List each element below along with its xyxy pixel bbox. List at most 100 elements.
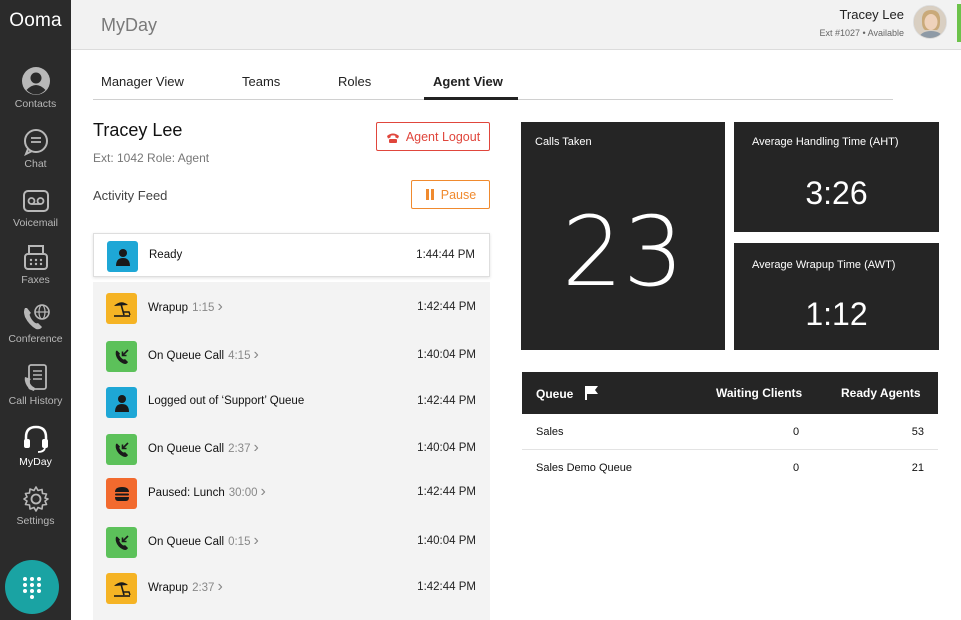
table-row[interactable]: Sales 0 53	[522, 414, 938, 450]
list-item[interactable]: Paused: Lunch 30:00 › 1:42:44 PM	[93, 471, 490, 515]
voicemail-icon	[22, 190, 49, 212]
sidebar-item-label: Conference	[8, 333, 63, 345]
tab-roles[interactable]: Roles	[338, 74, 371, 89]
chevron-right-icon[interactable]: ›	[217, 298, 222, 315]
activity-name: Ready	[149, 249, 183, 261]
activity-duration: 2:37	[192, 582, 215, 594]
fax-icon	[23, 245, 48, 270]
activity-time: 1:42:44 PM	[417, 581, 476, 593]
tab-agent-view[interactable]: Agent View	[433, 74, 503, 89]
sidebar-item-voicemail[interactable]: Voicemail	[0, 187, 71, 229]
aht-tile: Average Handling Time (AHT) 3:26	[734, 122, 939, 232]
activity-time: 1:42:44 PM	[417, 395, 476, 407]
activity-time: 1:42:44 PM	[417, 301, 476, 313]
chevron-right-icon[interactable]: ›	[261, 483, 266, 500]
headset-icon	[23, 425, 48, 453]
activity-name: Paused: Lunch	[148, 487, 225, 499]
ready-agents-header: Ready Agents	[841, 386, 921, 400]
calls-taken-value: 23	[561, 196, 685, 308]
activity-time: 1:40:04 PM	[417, 442, 476, 454]
dialpad-button[interactable]	[5, 560, 59, 614]
chevron-right-icon[interactable]: ›	[253, 532, 258, 549]
activity-label: Wrapup 2:37 ›	[148, 578, 223, 595]
phone-incoming-icon	[106, 341, 137, 372]
sidebar-item-label: Settings	[16, 515, 55, 527]
user-name[interactable]: Tracey Lee	[839, 7, 904, 22]
pause-icon	[425, 189, 434, 200]
activity-label: Paused: Lunch 30:00 ›	[148, 483, 266, 500]
gear-icon	[22, 486, 49, 512]
list-item[interactable]: On Queue Call 2:37 › 1:40:04 PM	[93, 427, 490, 471]
dialpad-icon	[23, 577, 41, 599]
flag-icon	[584, 386, 598, 400]
chevron-right-icon[interactable]: ›	[253, 439, 258, 456]
activity-name: On Queue Call	[148, 443, 225, 455]
user-extension-status: Ext #1027 • Available	[819, 28, 904, 38]
status-indicator	[957, 4, 961, 42]
activity-name: Wrapup	[148, 582, 189, 594]
sidebar-item-faxes[interactable]: Faxes	[0, 244, 71, 286]
awt-label: Average Wrapup Time (AWT)	[752, 259, 896, 271]
sidebar-item-label: MyDay	[19, 456, 52, 468]
queue-name: Sales Demo Queue	[536, 462, 632, 474]
chat-icon	[23, 129, 48, 156]
queue-table-header: Queue Waiting Clients Ready Agents	[522, 372, 938, 414]
ready-agents-value: 21	[911, 462, 924, 474]
queue-name: Sales	[536, 426, 564, 438]
activity-duration: 30:00	[228, 487, 258, 499]
chevron-right-icon[interactable]: ›	[253, 346, 258, 363]
activity-name: Logged out of ‘Support’ Queue	[148, 395, 305, 407]
chevron-right-icon[interactable]: ›	[217, 578, 222, 595]
activity-label: On Queue Call 4:15 ›	[148, 346, 259, 363]
agent-logout-label: Agent Logout	[405, 129, 481, 144]
sidebar-item-label: Call History	[8, 395, 63, 407]
sidebar-item-settings[interactable]: Settings	[0, 485, 71, 527]
sidebar-item-call-history[interactable]: Call History	[0, 363, 71, 407]
beach-icon	[106, 573, 137, 604]
call-history-icon	[24, 364, 47, 391]
activity-name: On Queue Call	[148, 536, 225, 548]
sidebar-item-chat[interactable]: Chat	[0, 128, 71, 170]
list-item[interactable]: Wrapup 2:37 › 1:42:44 PM	[93, 566, 490, 610]
sidebar-item-myday[interactable]: MyDay	[0, 424, 71, 468]
list-item[interactable]: Wrapup 1:15 › 1:42:44 PM	[93, 286, 490, 330]
activity-duration: 1:15	[192, 302, 215, 314]
list-item[interactable]: On Queue Call 0:15 › 1:40:04 PM	[93, 520, 490, 564]
agent-logout-button[interactable]: Agent Logout	[376, 122, 490, 151]
activity-name: Wrapup	[148, 302, 189, 314]
pause-button[interactable]: Pause	[411, 180, 490, 209]
list-item[interactable]: Logged out of ‘Support’ Queue 1:42:44 PM	[93, 380, 490, 424]
waiting-clients-value: 0	[793, 462, 800, 474]
sidebar-item-label: Voicemail	[13, 217, 58, 229]
conference-icon	[23, 304, 50, 330]
sidebar-item-label: Contacts	[14, 98, 57, 110]
activity-feed-title: Activity Feed	[93, 188, 168, 203]
activity-time: 1:42:44 PM	[417, 486, 476, 498]
burger-icon	[106, 478, 137, 509]
activity-duration: 2:37	[228, 443, 251, 455]
activity-label: Logged out of ‘Support’ Queue	[148, 395, 304, 407]
calls-taken-label: Calls Taken	[535, 136, 592, 148]
list-item[interactable]: Ready 1:44:44 PM	[93, 233, 490, 277]
queue-column-header: Queue	[536, 386, 598, 401]
tab-manager-view[interactable]: Manager View	[101, 74, 184, 89]
activity-time: 1:44:44 PM	[416, 249, 475, 261]
aht-label: Average Handling Time (AHT)	[752, 136, 899, 148]
list-item[interactable]: On Queue Call 4:15 › 1:40:04 PM	[93, 334, 490, 378]
activity-duration: 4:15	[228, 350, 251, 362]
sidebar-item-conference[interactable]: Conference	[0, 303, 71, 345]
avatar[interactable]	[913, 5, 947, 39]
waiting-clients-header: Waiting Clients	[716, 386, 803, 400]
active-tab-indicator	[424, 97, 518, 100]
sidebar-item-contacts[interactable]: Contacts	[0, 66, 71, 110]
sidebar-item-label: Chat	[24, 158, 47, 170]
contacts-icon	[21, 67, 50, 95]
view-tabs: Manager View Teams Roles Agent View	[93, 62, 893, 100]
user-photo-icon	[914, 6, 946, 38]
queue-header-label: Queue	[536, 387, 574, 401]
pause-label: Pause	[440, 187, 477, 202]
waiting-clients-value: 0	[793, 426, 800, 438]
table-row[interactable]: Sales Demo Queue 0 21	[522, 450, 938, 486]
calls-taken-tile: Calls Taken 23	[521, 122, 725, 350]
tab-teams[interactable]: Teams	[242, 74, 280, 89]
